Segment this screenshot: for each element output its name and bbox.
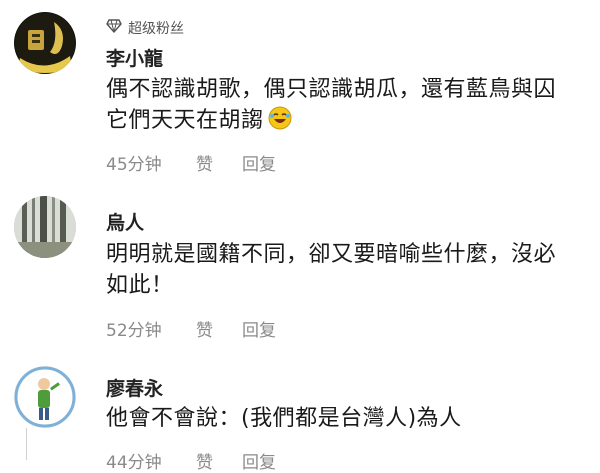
laughing-face-emoji <box>268 106 292 139</box>
reply-button[interactable]: 回复 <box>242 316 276 341</box>
like-button[interactable]: 赞 <box>196 448 242 473</box>
timestamp: 45分钟 <box>106 154 162 175</box>
comment-meta: 52分钟 赞 回复 <box>106 316 276 341</box>
comment-text-line: 明明就是國籍不同，卻又要暗喻些什麼，沒必 <box>106 242 557 267</box>
reply-button[interactable]: 回复 <box>242 150 276 175</box>
avatar[interactable] <box>14 196 76 258</box>
username[interactable]: 廖春永 <box>106 374 163 401</box>
comment-text-line: 如此！ <box>106 273 174 298</box>
diamond-icon <box>106 19 122 37</box>
timestamp: 44分钟 <box>106 452 162 473</box>
badge-label: 超级粉丝 <box>128 21 184 37</box>
fan-badge: 超级粉丝 <box>106 16 184 40</box>
comment-text-line: 偶不認識胡歌，偶只認識胡瓜，還有藍鳥與囚 <box>106 77 557 102</box>
comment-text: 他會不會說：(我們都是台灣人)為人 <box>106 403 586 434</box>
comment-meta: 45分钟 赞 回复 <box>106 150 276 175</box>
like-button[interactable]: 赞 <box>196 150 242 175</box>
avatar[interactable] <box>14 12 76 74</box>
like-button[interactable]: 赞 <box>196 316 242 341</box>
username[interactable]: 李小龍 <box>106 44 163 71</box>
comment-text-line-content: 它們天天在胡謅 <box>106 108 264 133</box>
comment-text: 偶不認識胡歌，偶只認識胡瓜，還有藍鳥與囚 它們天天在胡謅 <box>106 74 586 139</box>
thread-divider <box>26 428 27 460</box>
comment-text-line: 它們天天在胡謅 <box>106 105 586 139</box>
comment-text: 明明就是國籍不同，卻又要暗喻些什麼，沒必 如此！ <box>106 239 586 301</box>
comment-text-line: 他會不會說：(我們都是台灣人)為人 <box>106 406 462 431</box>
reply-button[interactable]: 回复 <box>242 448 276 473</box>
timestamp: 52分钟 <box>106 320 162 341</box>
avatar[interactable] <box>14 366 76 428</box>
comment-meta: 44分钟 赞 回复 <box>106 448 276 473</box>
username[interactable]: 烏人 <box>106 208 144 235</box>
